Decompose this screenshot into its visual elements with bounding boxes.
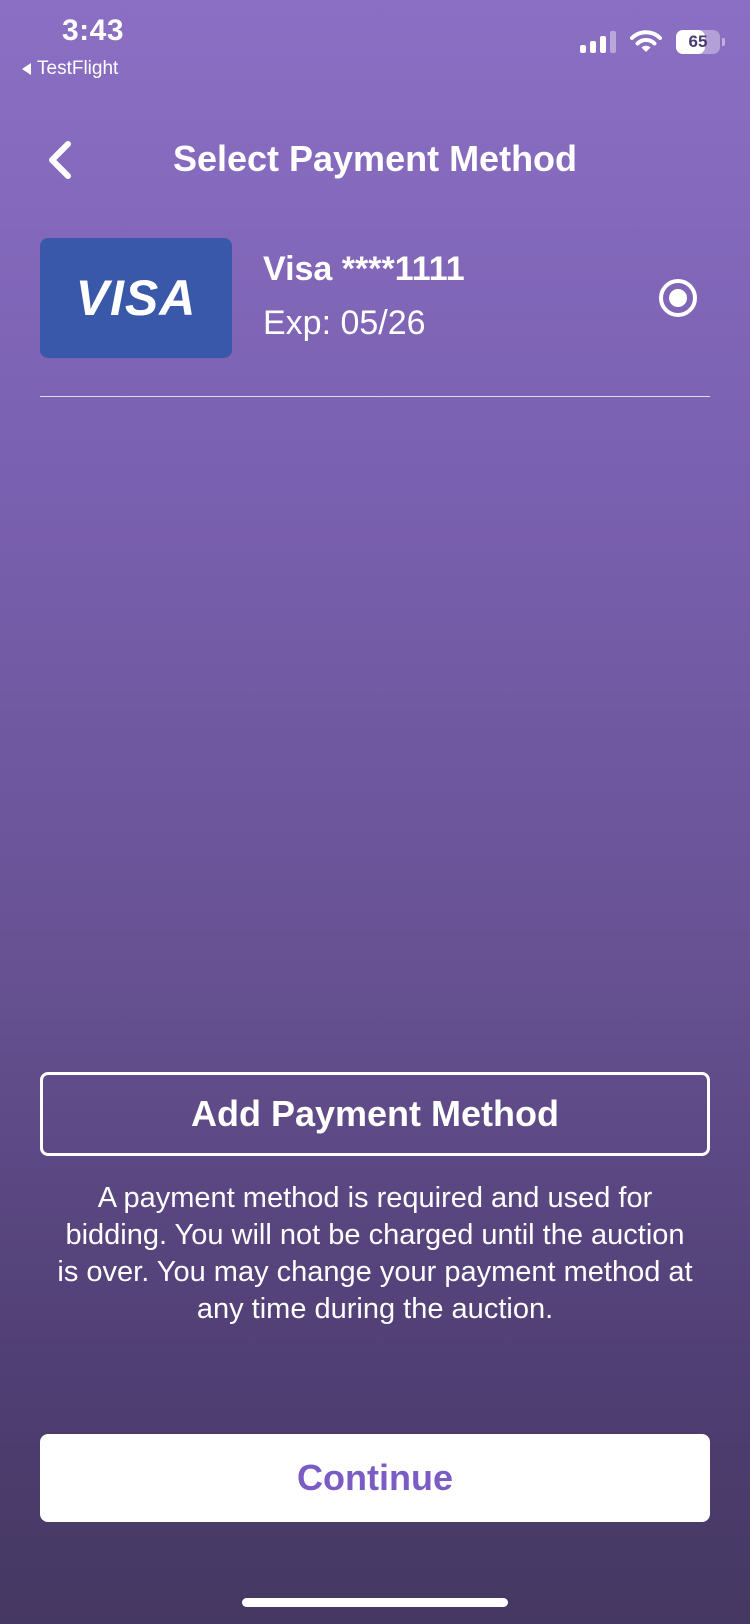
battery-icon: 65 [676,30,725,54]
return-to-app-link[interactable]: TestFlight [22,58,118,80]
return-app-label: TestFlight [37,58,119,79]
divider [40,396,710,397]
visa-logo-text: VISA [75,270,197,326]
payment-info-text: A payment method is required and used fo… [57,1182,693,1325]
page-title: Select Payment Method [172,138,578,179]
card-expiry: Exp: 05/26 [263,304,426,342]
status-time: 3:43 [62,14,125,47]
wifi-icon [630,30,662,52]
battery-nub [722,38,725,46]
radio-selected-icon[interactable] [658,278,698,318]
status-bar: 3:43 TestFlight 65 [0,0,750,90]
payment-method-screen: 3:43 TestFlight 65 Select Payment Method… [0,0,750,1624]
status-icons: 65 [580,30,725,54]
cellular-signal-icon [580,31,616,53]
header: Select Payment Method [0,120,750,200]
payment-method-item[interactable]: VISA Visa ****1111 Exp: 05/26 [40,238,710,360]
back-triangle-icon [22,63,31,75]
home-indicator [242,1598,508,1607]
add-payment-method-button[interactable]: Add Payment Method [40,1072,710,1156]
card-name: Visa ****1111 [263,250,465,288]
battery-percent: 65 [688,32,708,51]
continue-button[interactable]: Continue [40,1434,710,1522]
visa-card-logo: VISA [40,238,232,358]
